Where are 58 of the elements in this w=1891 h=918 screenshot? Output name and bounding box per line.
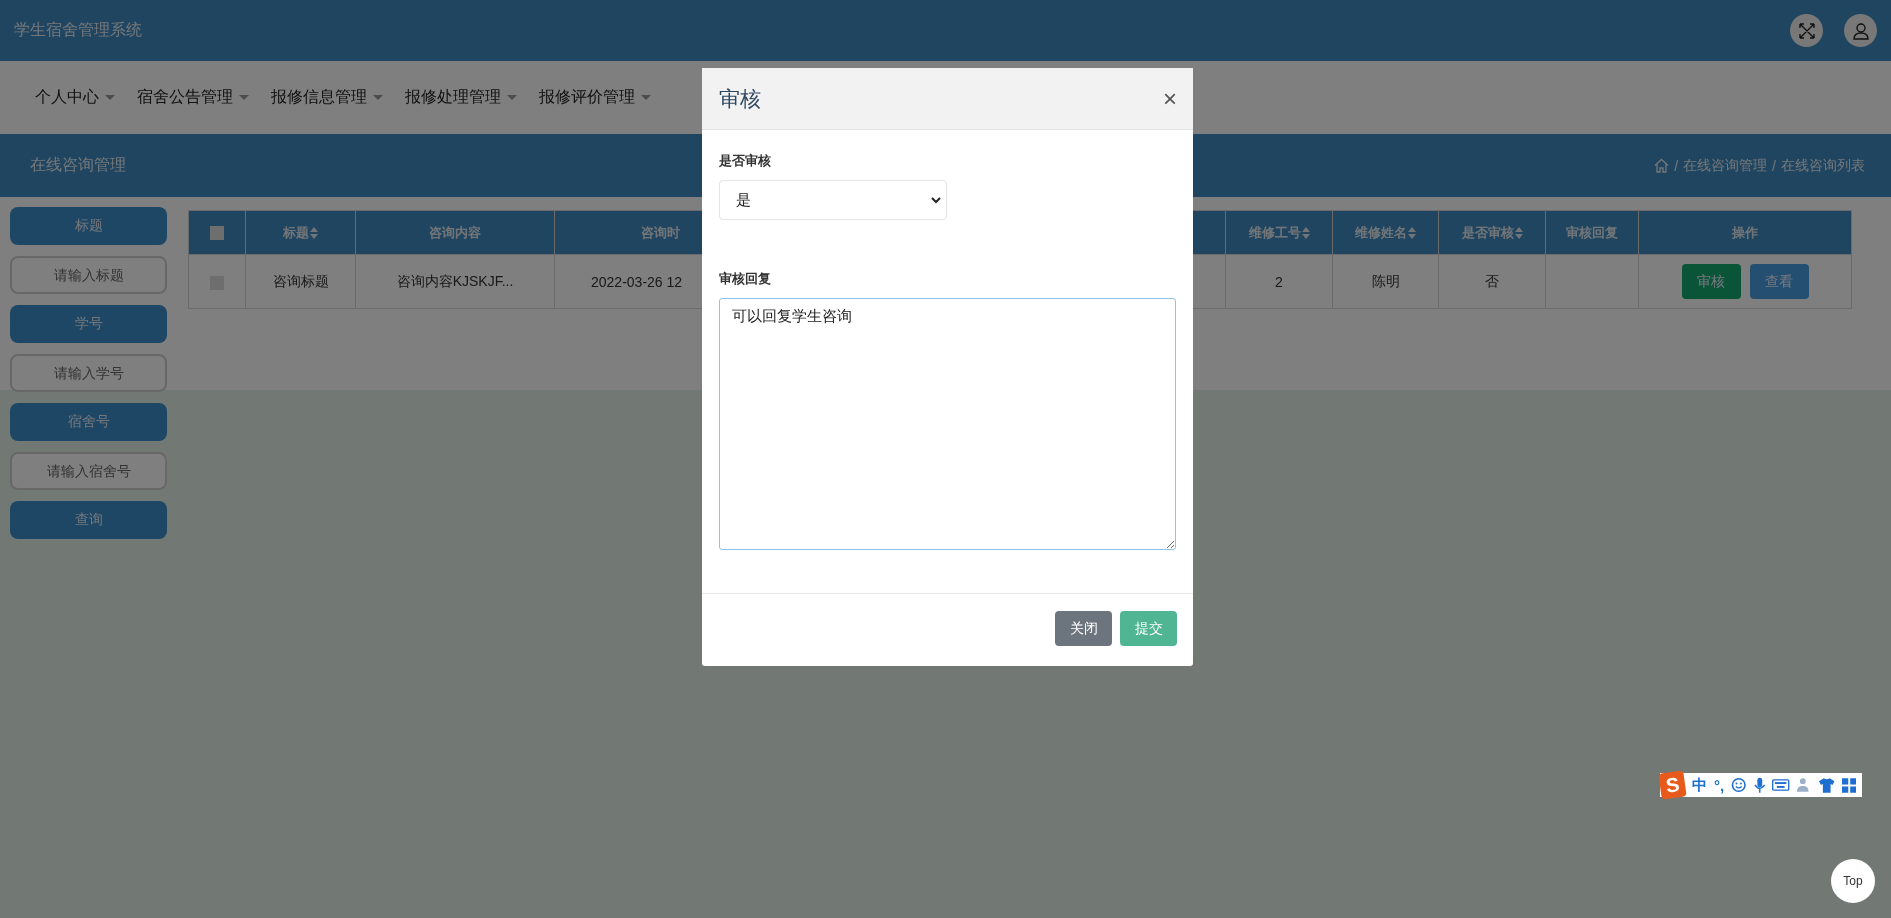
filter-label: 宿舍号	[10, 403, 167, 441]
reply-textarea[interactable]: 可以回复学生咨询	[719, 298, 1176, 550]
field-label: 是否审核	[719, 152, 772, 170]
field-label: 审核回复	[719, 270, 772, 288]
home-icon	[1654, 158, 1670, 173]
keyboard-icon	[1772, 779, 1790, 791]
submit-button[interactable]: 提交	[1120, 611, 1177, 646]
search-field[interactable]: 请输入宿舍号	[10, 452, 167, 490]
table-cell: 咨询内容KJSKJF...	[396, 272, 514, 289]
caret-icon	[105, 94, 115, 101]
sort-icon	[310, 226, 318, 239]
table-cell: 2022-03-26 12	[591, 273, 683, 290]
sort-icon	[1408, 226, 1416, 239]
table-cell: 否	[1485, 272, 1499, 289]
modal-title: 审核	[719, 85, 762, 112]
sort-icon	[1514, 226, 1523, 239]
breadcrumb-separator: /	[1674, 157, 1679, 174]
caret-icon	[239, 94, 249, 101]
filter-label: 学号	[10, 305, 167, 343]
grid-icon	[1841, 777, 1856, 793]
ime-logo[interactable]: S	[1658, 770, 1687, 800]
nav-menu-item[interactable]: 个人中心	[35, 87, 115, 108]
ime-toggle[interactable]: °,	[1714, 776, 1725, 794]
chevron-icon	[930, 196, 942, 204]
table-cell: 咨询标题	[272, 272, 329, 289]
nav-menu-item[interactable]: 报修处理管理	[405, 87, 517, 108]
smiley-icon	[1731, 777, 1747, 793]
filter-label: 标题	[10, 207, 167, 245]
search-field[interactable]: 请输入标题	[10, 256, 167, 294]
page-title: 在线咨询管理	[30, 155, 126, 175]
caret-icon	[373, 94, 383, 101]
expand-icon	[1797, 21, 1816, 40]
column-header: 审核回复	[1566, 223, 1618, 242]
column-header: 咨询时	[641, 223, 680, 242]
ime-toggle[interactable]: 中	[1692, 775, 1708, 795]
sort-icon	[1301, 226, 1310, 239]
search-field[interactable]: 请输入学号	[10, 354, 167, 392]
nav-menu-item[interactable]: 报修信息管理	[271, 87, 383, 108]
shirt-icon	[1819, 777, 1835, 793]
table-cell: 陈明	[1371, 272, 1400, 289]
table-cell: 2	[1275, 273, 1283, 290]
fullscreen-button[interactable]	[1790, 14, 1823, 47]
close-button[interactable]: ×	[1163, 86, 1177, 111]
column-header: 咨询内容	[429, 223, 481, 242]
back-to-top-button[interactable]: Top	[1831, 859, 1875, 903]
app-title: 学生宿舍管理系统	[14, 20, 143, 40]
nav-menu-item[interactable]: 报修评价管理	[539, 87, 651, 108]
nav-menu-item[interactable]: 宿舍公告管理	[137, 87, 249, 108]
caret-icon	[507, 94, 517, 101]
user-button[interactable]	[1844, 14, 1877, 47]
breadcrumb-separator: /	[1772, 157, 1776, 174]
user-icon	[1851, 21, 1870, 40]
caret-icon	[641, 94, 651, 101]
checkbox[interactable]	[210, 226, 224, 241]
select-field[interactable]: 是	[719, 180, 947, 220]
microphone-icon	[1753, 776, 1766, 794]
close-modal-button[interactable]: 关闭	[1055, 611, 1112, 646]
column-header: 操作	[1732, 223, 1758, 242]
